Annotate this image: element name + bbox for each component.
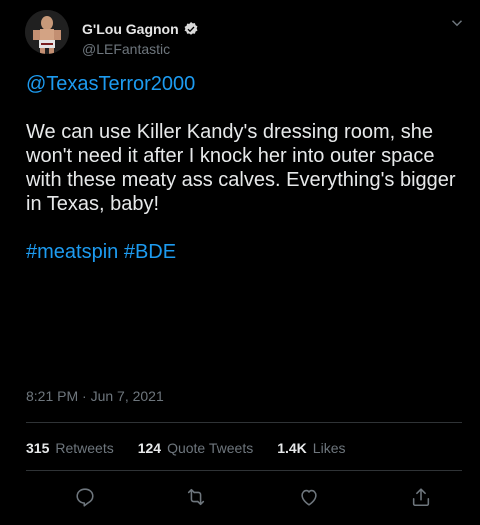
tweet-body: @TexasTerror2000 We can use Killer Kandy…	[26, 72, 472, 264]
user-handle[interactable]: @LEFantastic	[82, 41, 170, 57]
verified-badge-icon	[183, 21, 199, 37]
tweet-stats: 315 Retweets 124 Quote Tweets 1.4K Likes	[26, 440, 345, 456]
divider	[26, 470, 462, 471]
avatar[interactable]	[25, 10, 69, 54]
share-icon[interactable]	[408, 484, 434, 510]
quote-count: 124	[137, 440, 162, 456]
reply-icon[interactable]	[72, 484, 98, 510]
retweets-label: Retweets	[55, 440, 114, 456]
retweet-icon[interactable]	[183, 484, 209, 510]
likes-stat[interactable]: 1.4K Likes	[277, 440, 345, 456]
quote-label: Quote Tweets	[167, 440, 254, 456]
heart-icon[interactable]	[296, 484, 322, 510]
likes-count: 1.4K	[277, 440, 307, 456]
tweet-header: G'Lou Gagnon @LEFantastic	[25, 10, 466, 62]
hashtags[interactable]: #meatspin #BDE	[26, 240, 472, 264]
tweet-text: We can use Killer Kandy's dressing room,…	[26, 121, 456, 215]
retweets-count: 315	[26, 440, 50, 456]
name-row: G'Lou Gagnon	[82, 21, 199, 37]
likes-label: Likes	[312, 440, 346, 456]
quote-tweets-stat[interactable]: 124 Quote Tweets	[138, 440, 254, 456]
display-name[interactable]: G'Lou Gagnon	[82, 21, 179, 37]
action-bar	[0, 484, 480, 516]
tweet-timestamp[interactable]: 8:21 PM · Jun 7, 2021	[26, 388, 164, 404]
mention-link[interactable]: @TexasTerror2000	[26, 72, 472, 96]
divider	[26, 422, 462, 423]
chevron-down-icon[interactable]	[448, 14, 466, 32]
retweets-stat[interactable]: 315 Retweets	[26, 440, 114, 456]
